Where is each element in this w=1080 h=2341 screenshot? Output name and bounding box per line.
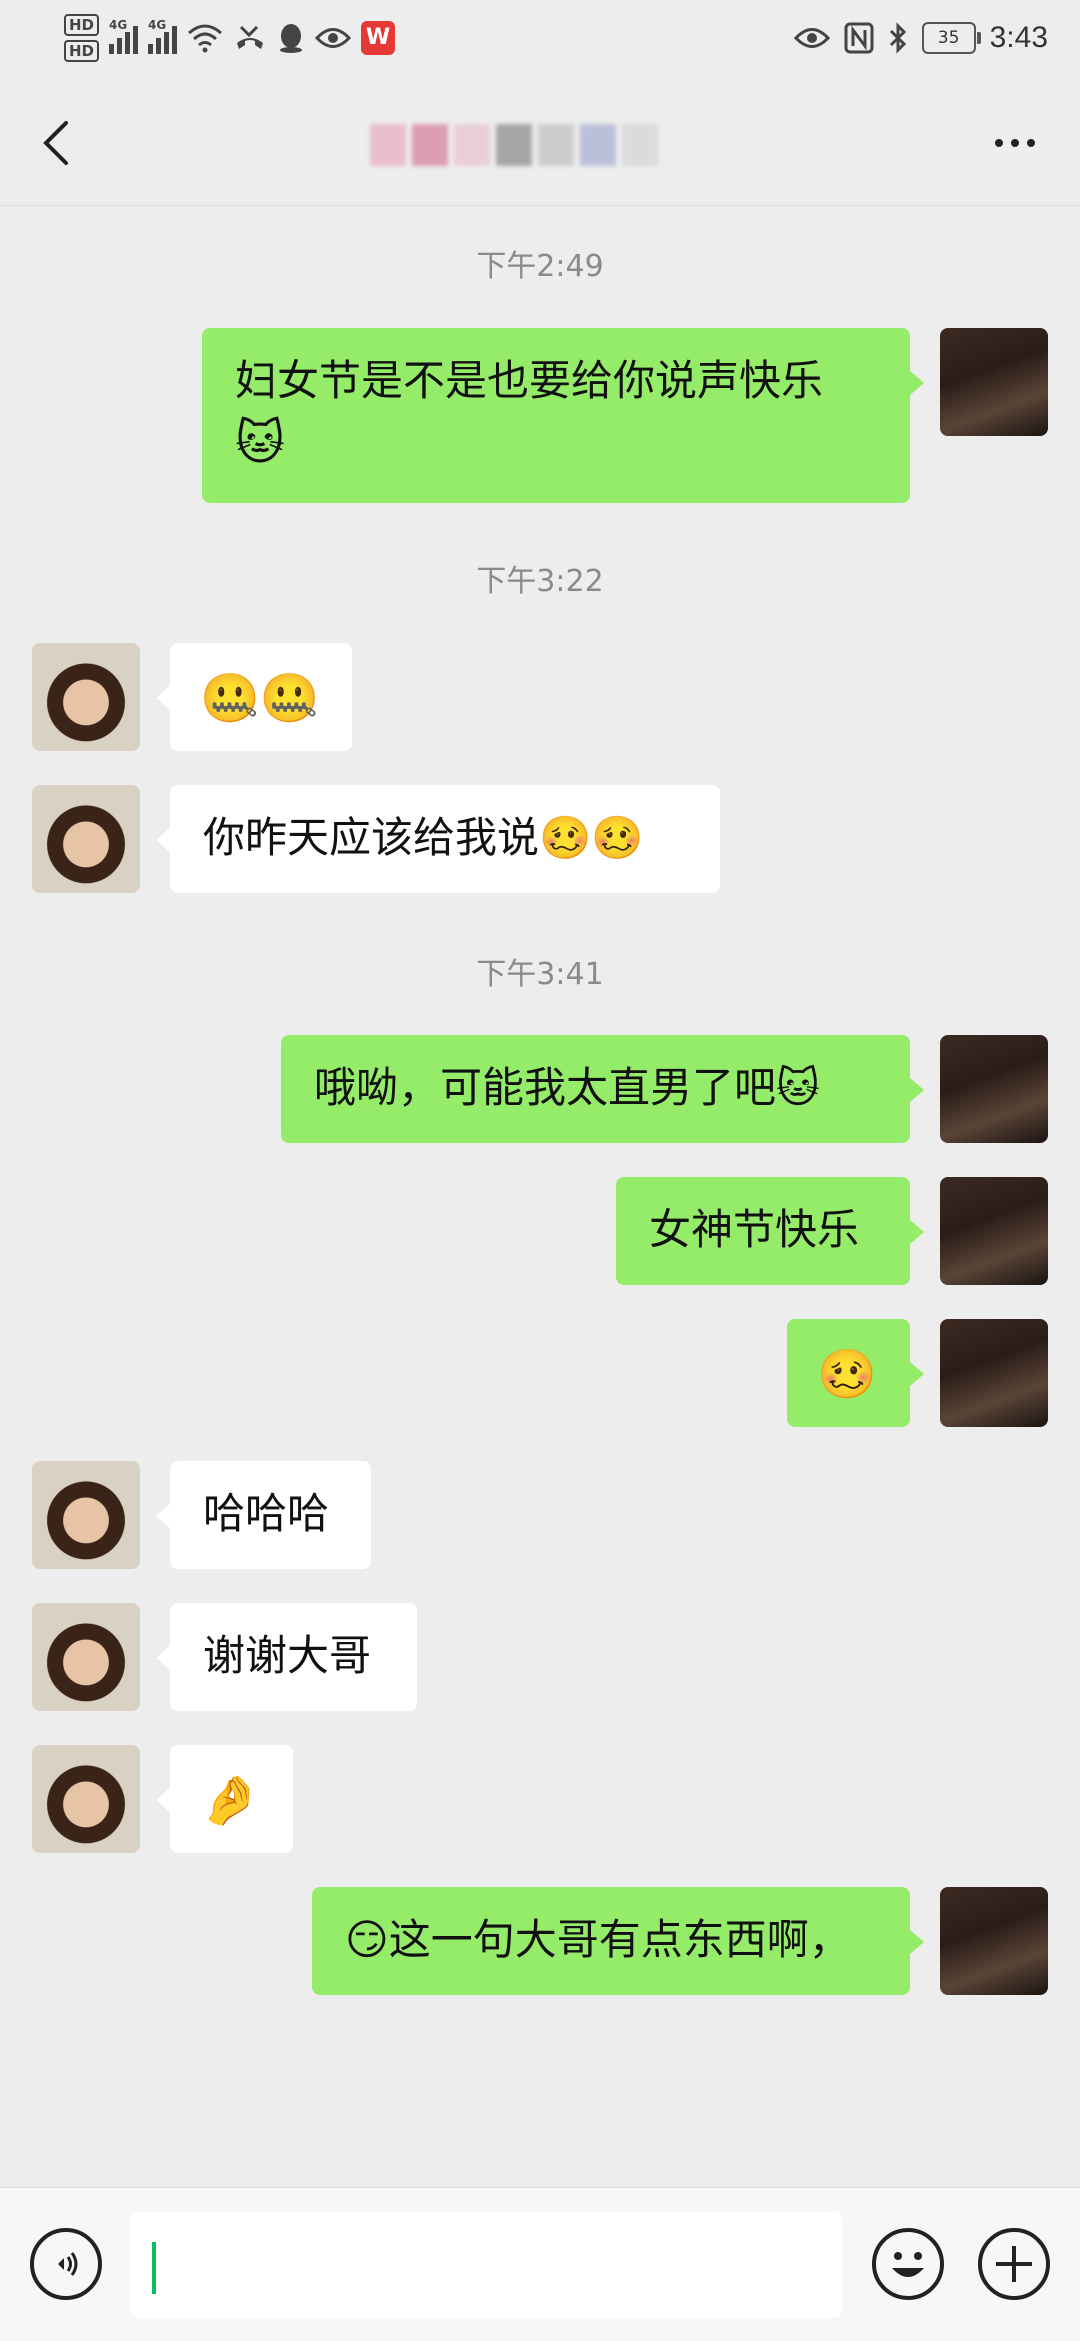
chat-messages[interactable]: 下午2:49 妇女节是不是也要给你说声快乐 🐱 下午3:22 🤐🤐 你昨天应该给… xyxy=(0,205,1080,2185)
avatar-contact[interactable] xyxy=(32,1745,140,1853)
status-time: 3:43 xyxy=(989,21,1048,54)
missed-call-icon xyxy=(233,23,267,53)
wps-icon: W xyxy=(361,21,396,55)
message-bubble-theirs[interactable]: 你昨天应该给我说🥴🥴 xyxy=(156,785,720,893)
qq-icon xyxy=(277,22,305,54)
contact-name-blurred xyxy=(370,115,658,175)
message-text: 哈哈哈 xyxy=(203,1489,330,1538)
message-input[interactable] xyxy=(130,2212,842,2318)
message-text: 哦呦，可能我太直男了吧🐱 xyxy=(314,1063,820,1112)
message-bubble-theirs[interactable]: 🤐🤐 xyxy=(156,643,352,751)
battery-icon: 35 xyxy=(921,22,981,54)
more-dots-icon xyxy=(995,139,1003,147)
more-dot xyxy=(1027,139,1035,147)
wifi-icon xyxy=(187,23,223,53)
avatar-contact[interactable] xyxy=(32,785,140,893)
message-bubble-mine[interactable]: 😏这一句大哥有点东西啊， xyxy=(312,1887,924,1995)
plus-button[interactable] xyxy=(978,2228,1050,2300)
cat-emoji-icon: 🐱 xyxy=(235,415,286,471)
more-dot xyxy=(1011,139,1019,147)
message-bubble-theirs[interactable]: 哈哈哈 xyxy=(156,1461,371,1569)
hd1-label: HD xyxy=(64,14,100,36)
timestamp: 下午3:22 xyxy=(476,564,604,599)
message-bubble-theirs[interactable]: 谢谢大哥 xyxy=(156,1603,417,1711)
emoji-button[interactable] xyxy=(872,2228,944,2300)
emoji-icon xyxy=(892,2252,924,2277)
signal-icon: 4G xyxy=(109,18,139,54)
text-caret xyxy=(152,2242,156,2294)
emoji-message: 🤌 xyxy=(200,1772,260,1829)
message-text: 妇女节是不是也要给你说声快乐 xyxy=(235,356,824,405)
message-bubble-mine[interactable]: 🥴 xyxy=(787,1319,924,1427)
voice-button[interactable] xyxy=(30,2228,102,2300)
avatar-contact[interactable] xyxy=(32,1461,140,1569)
hd-icon: HD HD xyxy=(64,14,100,62)
network-type-2: 4G xyxy=(148,18,167,32)
hd2-label: HD xyxy=(64,40,100,62)
message-text: 女神节快乐 xyxy=(649,1205,860,1254)
message-bubble-mine[interactable]: 女神节快乐 xyxy=(616,1177,924,1285)
avatar-mine[interactable] xyxy=(940,1887,1048,1995)
network-type-1: 4G xyxy=(109,18,128,32)
signal-icon: 4G xyxy=(148,18,178,54)
nfc-icon xyxy=(844,22,874,54)
avatar-mine[interactable] xyxy=(940,328,1048,436)
status-bar: HD HD 4G 4G W 35 3:43 xyxy=(0,0,1080,75)
emoji-message: 🥴 xyxy=(817,1346,877,1403)
chat-header xyxy=(0,75,1080,206)
chevron-left-icon xyxy=(43,121,68,165)
voice-icon xyxy=(58,2252,78,2276)
avatar-contact[interactable] xyxy=(32,1603,140,1711)
message-text: 😏这一句大哥有点东西啊， xyxy=(345,1915,851,1964)
timestamp: 下午3:41 xyxy=(476,957,604,992)
timestamp: 下午2:49 xyxy=(476,249,604,284)
message-text: 谢谢大哥 xyxy=(203,1631,372,1680)
input-bar xyxy=(0,2187,1080,2341)
message-bubble-mine[interactable]: 哦呦，可能我太直男了吧🐱 xyxy=(281,1035,924,1143)
message-text: 你昨天应该给我说🥴🥴 xyxy=(203,813,644,862)
avatar-mine[interactable] xyxy=(940,1177,1048,1285)
eye-icon xyxy=(793,25,830,51)
message-bubble-theirs[interactable]: 🤌 xyxy=(156,1745,293,1853)
bluetooth-icon xyxy=(888,22,908,54)
more-options-button[interactable] xyxy=(980,113,1050,173)
avatar-contact[interactable] xyxy=(32,643,140,751)
emoji-message: 🤐🤐 xyxy=(200,670,320,727)
eye-icon xyxy=(315,25,352,51)
avatar-mine[interactable] xyxy=(940,1035,1048,1143)
avatar-mine[interactable] xyxy=(940,1319,1048,1427)
message-bubble-mine[interactable]: 妇女节是不是也要给你说声快乐 🐱 xyxy=(202,328,924,503)
back-button[interactable] xyxy=(30,113,90,173)
